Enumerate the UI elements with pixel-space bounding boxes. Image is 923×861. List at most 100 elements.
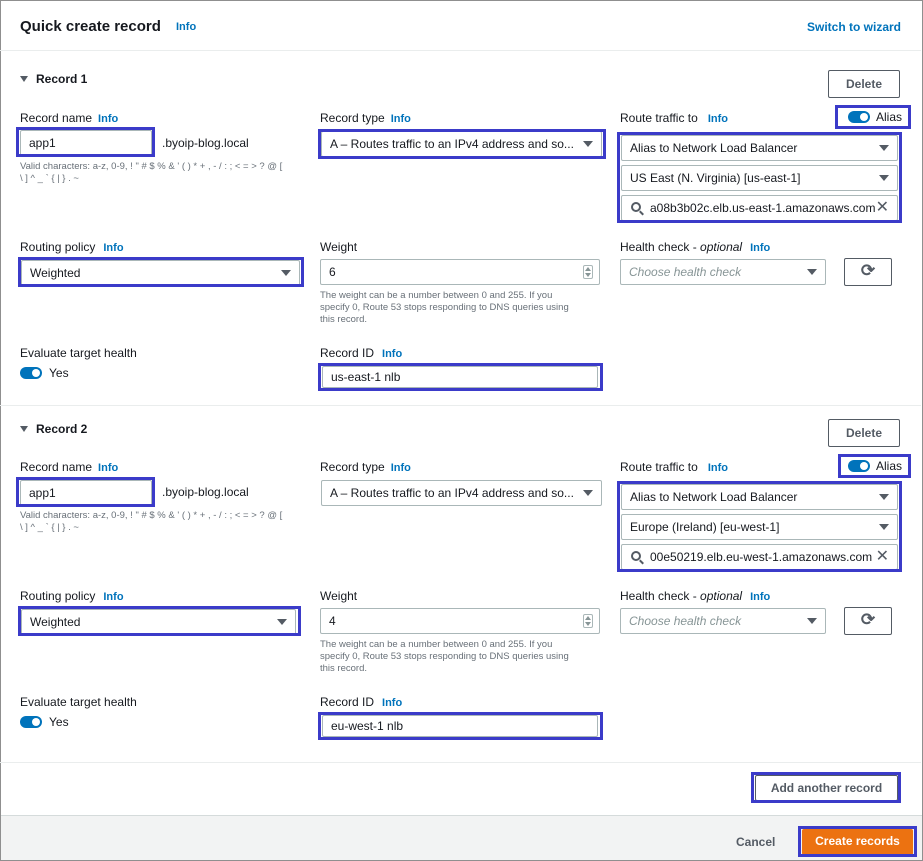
- route-traffic-info-link[interactable]: Info: [708, 462, 728, 474]
- record-2-route-target-select[interactable]: Alias to Network Load Balancer: [621, 484, 898, 510]
- add-another-record-button[interactable]: Add another record: [755, 775, 898, 801]
- stepper-icon[interactable]: [583, 265, 593, 279]
- record-1-alias-label: Alias: [876, 110, 903, 124]
- record-2-title: Record 2: [36, 422, 88, 436]
- caret-down-icon: [281, 270, 291, 276]
- record-2-weight-hint-3: this record.: [320, 663, 367, 674]
- clear-icon[interactable]: ✕: [876, 199, 889, 217]
- title-info-link[interactable]: Info: [176, 21, 196, 33]
- record-id-info-link[interactable]: Info: [382, 348, 402, 360]
- route-traffic-label: Route traffic to Info: [620, 111, 728, 125]
- routing-policy-info-link[interactable]: Info: [103, 591, 123, 603]
- record-2-endpoint-input[interactable]: 00e50219.elb.eu-west-1.amazonaws.com ✕: [621, 544, 898, 570]
- record-type-info-link[interactable]: Info: [391, 462, 411, 474]
- record-2-delete-button[interactable]: Delete: [828, 419, 900, 447]
- routing-policy-label: Routing policy Info: [20, 240, 124, 254]
- record-1-route-target-select[interactable]: Alias to Network Load Balancer: [621, 135, 898, 161]
- record-divider: [0, 405, 921, 406]
- record-name-label: Record name Info: [20, 460, 119, 474]
- record-1-weight-hint-1: The weight can be a number between 0 and…: [320, 290, 553, 301]
- record-1-domain-suffix: .byoip-blog.local: [162, 136, 249, 150]
- dialog-footer: [1, 815, 922, 860]
- switch-to-wizard-link[interactable]: Switch to wizard: [807, 20, 901, 34]
- caret-down-icon: [879, 175, 889, 181]
- record-2-toggle[interactable]: Record 2: [20, 422, 87, 436]
- record-2-evaluate-health-value: Yes: [49, 715, 69, 729]
- health-check-info-link[interactable]: Info: [750, 591, 770, 603]
- record-2-valid-chars-2: \ ] ^ _ ` { | } . ~: [20, 522, 79, 533]
- caret-down-icon: [20, 76, 28, 82]
- record-2-health-check-select[interactable]: Choose health check: [620, 608, 826, 634]
- record-id-info-link[interactable]: Info: [382, 697, 402, 709]
- record-2-domain-suffix: .byoip-blog.local: [162, 485, 249, 499]
- record-1-toggle[interactable]: Record 1: [20, 72, 87, 86]
- record-1-delete-button[interactable]: Delete: [828, 70, 900, 98]
- routing-policy-info-link[interactable]: Info: [103, 242, 123, 254]
- page-title: Quick create record: [20, 18, 161, 35]
- record-1-weight-input[interactable]: 6: [320, 259, 600, 285]
- caret-down-icon: [583, 141, 593, 147]
- record-2-weight-input[interactable]: 4: [320, 608, 600, 634]
- record-1-valid-chars-2: \ ] ^ _ ` { | } . ~: [20, 173, 79, 184]
- caret-down-icon: [807, 269, 817, 275]
- record-2-alias-toggle[interactable]: [848, 460, 870, 472]
- record-2-region-select[interactable]: Europe (Ireland) [eu-west-1]: [621, 514, 898, 540]
- search-icon: [631, 202, 641, 212]
- cancel-button[interactable]: Cancel: [736, 835, 775, 849]
- evaluate-target-health-label: Evaluate target health: [20, 346, 137, 360]
- route-traffic-label: Route traffic to Info: [620, 460, 728, 474]
- record-1-routing-policy-select[interactable]: Weighted: [21, 260, 300, 286]
- record-2-evaluate-health-toggle[interactable]: [20, 716, 42, 728]
- caret-down-icon: [20, 426, 28, 432]
- record-1-title: Record 1: [36, 72, 88, 86]
- record-1-weight-hint-3: this record.: [320, 314, 367, 325]
- health-check-label: Health check - optional Info: [620, 589, 771, 603]
- record-2-routing-policy-select[interactable]: Weighted: [21, 609, 296, 635]
- record-1-health-check-select[interactable]: Choose health check: [620, 259, 826, 285]
- record-2-valid-chars-1: Valid characters: a-z, 0-9, ! " # $ % & …: [20, 510, 283, 521]
- search-icon: [631, 551, 641, 561]
- record-1-type-select[interactable]: A – Routes traffic to an IPv4 address an…: [321, 131, 602, 157]
- record-2-alias-label: Alias: [876, 459, 903, 473]
- weight-label: Weight: [320, 240, 358, 254]
- record-type-label: Record type Info: [320, 460, 411, 474]
- create-records-button[interactable]: Create records: [802, 829, 913, 855]
- health-check-info-link[interactable]: Info: [750, 242, 770, 254]
- caret-down-icon: [879, 524, 889, 530]
- caret-down-icon: [807, 618, 817, 624]
- health-check-label: Health check - optional Info: [620, 240, 771, 254]
- clear-icon[interactable]: ✕: [876, 548, 889, 566]
- record-2-type-select[interactable]: A – Routes traffic to an IPv4 address an…: [321, 480, 602, 506]
- record-1-refresh-button[interactable]: ⟳: [844, 258, 892, 286]
- record-name-info-link[interactable]: Info: [98, 462, 118, 474]
- record-id-label: Record ID Info: [320, 346, 403, 360]
- evaluate-target-health-label: Evaluate target health: [20, 695, 137, 709]
- record-1-valid-chars-1: Valid characters: a-z, 0-9, ! " # $ % & …: [20, 161, 283, 172]
- record-2-weight-hint-2: specify 0, Route 53 stops responding to …: [320, 651, 569, 662]
- refresh-icon: ⟳: [860, 261, 876, 280]
- record-2-refresh-button[interactable]: ⟳: [844, 607, 892, 635]
- record-id-label: Record ID Info: [320, 695, 403, 709]
- record-type-info-link[interactable]: Info: [391, 113, 411, 125]
- record-1-endpoint-input[interactable]: a08b3b02c.elb.us-east-1.amazonaws.com ✕: [621, 195, 898, 221]
- header-divider: [0, 50, 921, 51]
- record-divider: [0, 762, 921, 763]
- weight-label: Weight: [320, 589, 358, 603]
- refresh-icon: ⟳: [860, 610, 876, 629]
- record-type-label: Record type Info: [320, 111, 411, 125]
- caret-down-icon: [583, 490, 593, 496]
- caret-down-icon: [277, 619, 287, 625]
- record-1-evaluate-health-toggle[interactable]: [20, 367, 42, 379]
- caret-down-icon: [879, 494, 889, 500]
- record-1-alias-toggle[interactable]: [848, 111, 870, 123]
- record-name-info-link[interactable]: Info: [98, 113, 118, 125]
- record-1-id-input[interactable]: us-east-1 nlb: [322, 366, 598, 388]
- route-traffic-info-link[interactable]: Info: [708, 113, 728, 125]
- record-1-region-select[interactable]: US East (N. Virginia) [us-east-1]: [621, 165, 898, 191]
- record-2-weight-hint-1: The weight can be a number between 0 and…: [320, 639, 553, 650]
- record-1-name-input[interactable]: app1: [20, 130, 152, 156]
- record-2-id-input[interactable]: eu-west-1 nlb: [322, 715, 598, 737]
- record-1-evaluate-health-value: Yes: [49, 366, 69, 380]
- stepper-icon[interactable]: [583, 614, 593, 628]
- record-2-name-input[interactable]: app1: [20, 480, 152, 506]
